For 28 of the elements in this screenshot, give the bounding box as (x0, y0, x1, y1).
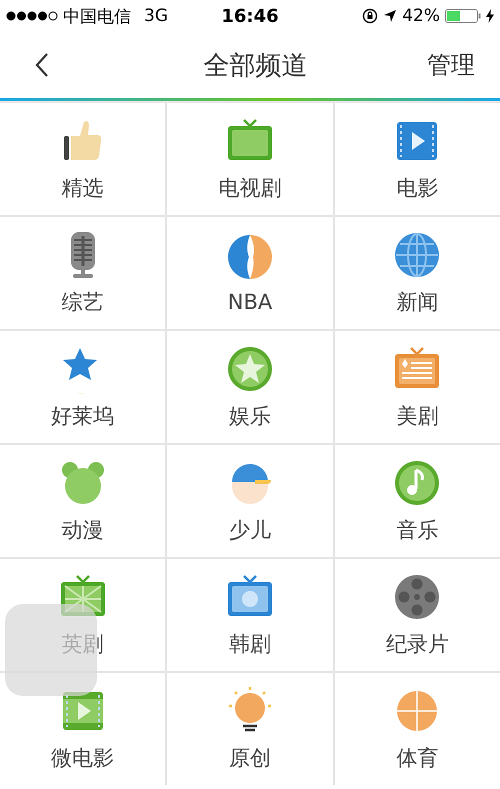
channel-item[interactable]: 美剧 (334, 331, 500, 443)
channel-item[interactable]: 好莱坞 (0, 331, 166, 443)
network-label: 3G (144, 6, 168, 26)
channel-item[interactable]: 娱乐 (167, 331, 333, 443)
channel-item[interactable]: 体育 (334, 673, 500, 785)
carrier-label: 中国电信 (63, 6, 131, 28)
channel-item[interactable]: NBA (167, 217, 333, 329)
channel-item[interactable]: 综艺 (0, 217, 166, 329)
channel-item[interactable]: 精选 (0, 103, 166, 215)
battery-percent: 42% (402, 6, 440, 26)
channel-item[interactable]: 动漫 (0, 445, 166, 557)
time-label: 16:46 (221, 6, 279, 26)
page-title: 全部频道 (204, 50, 308, 82)
back-chevron-icon (34, 52, 50, 78)
channel-item[interactable]: 音乐 (334, 445, 500, 557)
channel-item[interactable]: 少儿 (167, 445, 333, 557)
charging-icon (486, 9, 494, 23)
location-arrow-icon (383, 9, 398, 23)
signal-icon (6, 11, 58, 21)
channel-item[interactable]: 新闻 (334, 217, 500, 329)
battery-icon (444, 9, 481, 23)
manage-button[interactable]: 管理 (427, 49, 475, 81)
channel-item[interactable]: 纪录片 (334, 559, 500, 671)
channel-item[interactable]: 韩剧 (167, 559, 333, 671)
rotation-lock-icon (362, 8, 378, 24)
channel-item[interactable]: 原创 (167, 673, 333, 785)
channel-item[interactable]: 电视剧 (167, 103, 333, 215)
channel-item[interactable]: 电影 (334, 103, 500, 215)
